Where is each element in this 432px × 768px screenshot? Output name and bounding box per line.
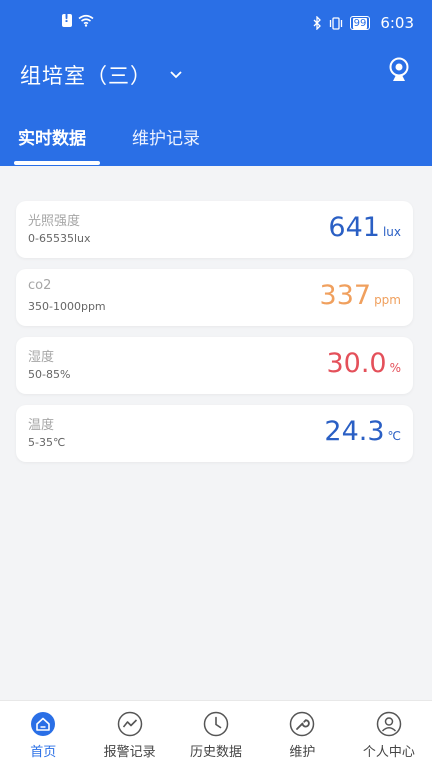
app-header: 99 6:03 组培室（三） 实时数据 维护记录 xyxy=(0,0,432,166)
nav-label: 首页 xyxy=(30,745,57,760)
vibrate-icon xyxy=(329,16,342,30)
sensor-card-list: 光照强度 0-65535lux 641 lux co2 350-1000ppm … xyxy=(16,201,413,473)
clock-icon xyxy=(203,711,229,737)
trend-icon xyxy=(117,711,142,737)
sensor-reading: 337 ppm xyxy=(320,280,401,311)
sensor-value: 337 xyxy=(319,280,372,311)
nav-profile[interactable]: 个人中心 xyxy=(346,701,432,768)
sensor-value: 30.0 xyxy=(326,348,387,379)
sensor-name: 温度 xyxy=(28,418,55,433)
sensor-reading: 24.3 ℃ xyxy=(324,416,401,447)
sensor-range: 0-65535lux xyxy=(28,232,91,245)
home-icon xyxy=(31,712,56,736)
sensor-range: 350-1000ppm xyxy=(28,300,106,313)
status-bar: 99 6:03 xyxy=(0,0,432,44)
sensor-name: co2 xyxy=(28,278,52,293)
sensor-range: 50-85% xyxy=(28,368,71,381)
tab-bar: 实时数据 维护记录 xyxy=(0,116,432,166)
nav-maintenance[interactable]: 维护 xyxy=(259,701,345,768)
chevron-down-icon xyxy=(170,68,184,82)
sensor-name: 湿度 xyxy=(28,350,55,365)
bluetooth-icon xyxy=(313,16,321,30)
status-time: 6:03 xyxy=(380,14,414,32)
nav-home[interactable]: 首页 xyxy=(0,701,86,768)
sensor-reading: 641 lux xyxy=(328,212,401,243)
camera-icon[interactable] xyxy=(388,57,410,83)
sim-alert-icon xyxy=(62,12,72,27)
tab-realtime-data[interactable]: 实时数据 xyxy=(18,124,86,158)
sensor-unit: ppm xyxy=(374,293,401,307)
nav-label: 维护 xyxy=(289,745,316,760)
sensor-unit: % xyxy=(389,361,401,375)
sensor-card-temperature[interactable]: 温度 5-35℃ 24.3 ℃ xyxy=(16,405,413,462)
user-icon xyxy=(376,711,402,737)
bottom-nav: 首页 报警记录 历史数据 维护 个人中心 xyxy=(0,700,432,768)
wifi-icon xyxy=(78,14,94,27)
sensor-card-light[interactable]: 光照强度 0-65535lux 641 lux xyxy=(16,201,413,258)
sensor-value: 641 xyxy=(328,212,380,243)
battery-indicator: 99 xyxy=(349,16,371,30)
room-selector[interactable]: 组培室（三） xyxy=(20,58,184,92)
sensor-reading: 30.0 % xyxy=(326,348,401,379)
nav-label: 历史数据 xyxy=(190,745,243,760)
sensor-card-co2[interactable]: co2 350-1000ppm 337 ppm xyxy=(16,269,413,326)
sensor-name: 光照强度 xyxy=(28,214,81,229)
tab-active-indicator xyxy=(14,161,100,165)
wrench-icon xyxy=(290,711,315,737)
nav-label: 个人中心 xyxy=(362,745,415,760)
nav-alarm-records[interactable]: 报警记录 xyxy=(86,701,172,768)
sensor-unit: ℃ xyxy=(387,429,401,443)
nav-label: 报警记录 xyxy=(103,745,156,760)
sensor-card-humidity[interactable]: 湿度 50-85% 30.0 % xyxy=(16,337,413,394)
status-right: 99 6:03 xyxy=(313,14,414,32)
battery-level: 99 xyxy=(352,17,368,29)
sensor-value: 24.3 xyxy=(324,416,385,447)
nav-history-data[interactable]: 历史数据 xyxy=(173,701,259,768)
sensor-range: 5-35℃ xyxy=(28,436,66,449)
tab-maintenance-records[interactable]: 维护记录 xyxy=(132,124,200,158)
page-title: 组培室（三） xyxy=(20,64,152,88)
status-left xyxy=(62,12,94,27)
sensor-unit: lux xyxy=(382,225,401,239)
